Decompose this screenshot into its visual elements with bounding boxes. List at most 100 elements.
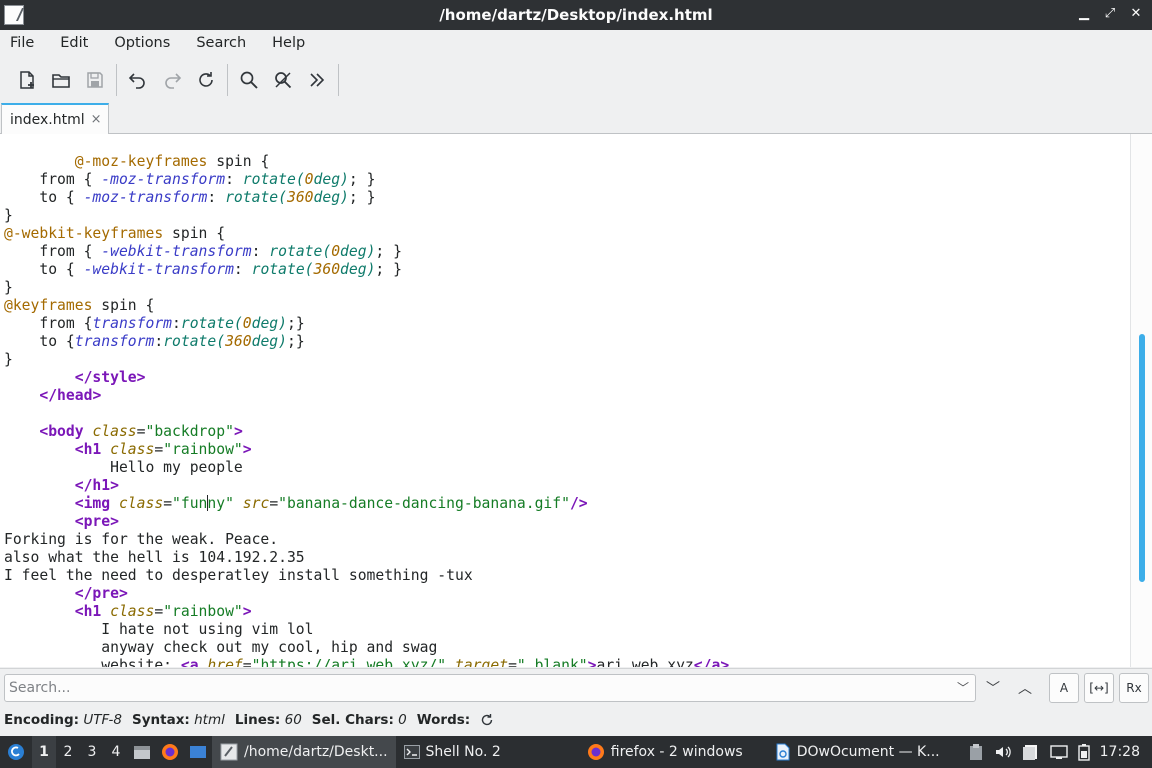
match-case-button[interactable]: A: [1049, 673, 1079, 703]
toolbar-separator: [227, 64, 228, 96]
reload-button[interactable]: [189, 63, 223, 97]
find-previous-icon[interactable]: ︿: [1018, 678, 1032, 698]
code-line: <h1 class="rainbow">: [74, 441, 252, 458]
code-line: I hate not using vim lol: [4, 621, 314, 638]
code-line: to { -moz-transform: rotate(360deg); }: [4, 189, 376, 206]
code-line: @-webkit-keyframes spin {: [4, 225, 226, 242]
redo-button[interactable]: [155, 63, 189, 97]
code-line: Hello my people: [4, 459, 243, 476]
code-line: @-moz-keyframes spin {: [74, 153, 270, 170]
more-button[interactable]: [300, 63, 334, 97]
code-editor[interactable]: @-moz-keyframes spin { from { -moz-trans…: [0, 134, 1152, 667]
task-firefox[interactable]: firefox - 2 windows: [579, 736, 751, 768]
file-manager-launcher[interactable]: [128, 736, 156, 768]
toolbar-separator: [338, 64, 339, 96]
terminal-icon: [403, 745, 420, 759]
firefox-icon: [587, 744, 604, 760]
new-file-icon: [20, 71, 34, 89]
vertical-scrollbar[interactable]: [1130, 134, 1152, 667]
task-label: /home/dartz/Deskt...: [244, 744, 388, 760]
window-title: /home/dartz/Desktop/index.html: [439, 6, 713, 24]
scrollbar-thumb[interactable]: [1139, 334, 1145, 582]
toolbar: [0, 58, 1152, 102]
desktop-icon: [190, 746, 206, 758]
code-line: <pre>: [74, 513, 119, 530]
file-manager-icon: [134, 746, 150, 759]
battery-icon[interactable]: [1077, 743, 1090, 761]
task-label: Shell No. 2: [425, 744, 501, 760]
save-icon: [87, 72, 103, 88]
search-box[interactable]: ﹀: [4, 674, 976, 702]
selection-icon: [↔]: [1089, 681, 1109, 695]
save-button[interactable]: [78, 63, 112, 97]
menu-edit[interactable]: Edit: [60, 35, 88, 51]
chevron-down-icon[interactable]: ﹀: [957, 679, 969, 696]
desktop-launcher[interactable]: [184, 736, 212, 768]
code-line: }: [4, 279, 13, 296]
workspace-1[interactable]: 1: [32, 736, 56, 768]
firefox-icon: [162, 744, 178, 760]
system-tray: 17:28: [968, 736, 1152, 768]
reload-icon: [199, 72, 213, 87]
selection-only-button[interactable]: [↔]: [1084, 673, 1114, 703]
menu-options[interactable]: Options: [114, 35, 170, 51]
tab-close-icon[interactable]: ×: [91, 112, 102, 127]
search-input[interactable]: [9, 678, 949, 698]
menu-help[interactable]: Help: [272, 35, 305, 51]
start-menu-button[interactable]: [0, 736, 32, 768]
undo-icon: [128, 73, 145, 89]
open-file-button[interactable]: [44, 63, 78, 97]
code-area[interactable]: @-moz-keyframes spin { from { -moz-trans…: [4, 153, 729, 667]
search-icon: [240, 71, 258, 89]
minimize-icon[interactable]: ▁: [1076, 6, 1092, 22]
status-words: Words:: [416, 712, 471, 728]
redo-icon: [165, 73, 182, 89]
refresh-icon[interactable]: [480, 713, 494, 727]
firefox-launcher[interactable]: [156, 736, 184, 768]
code-line: @keyframes spin {: [4, 297, 155, 314]
find-button[interactable]: [232, 63, 266, 97]
menu-file[interactable]: File: [10, 35, 34, 51]
code-line: </h1>: [74, 477, 119, 494]
regex-button[interactable]: Rx: [1119, 673, 1149, 703]
find-replace-icon: [275, 72, 292, 89]
workspace-3[interactable]: 3: [80, 736, 104, 768]
menu-search[interactable]: Search: [196, 35, 246, 51]
code-line: }: [4, 351, 13, 368]
find-next-icon[interactable]: ﹀: [986, 678, 1000, 698]
task-editor[interactable]: /home/dartz/Deskt...: [212, 736, 396, 768]
code-line: I feel the need to desperatley install s…: [4, 567, 473, 584]
status-selchars: Sel. Chars: 0: [311, 712, 407, 728]
maximize-icon[interactable]: ⤢: [1102, 6, 1118, 22]
code-line: from { -webkit-transform: rotate(0deg); …: [4, 243, 402, 260]
workspace-4[interactable]: 4: [104, 736, 128, 768]
double-chevron-right-icon: [310, 73, 325, 87]
code-line: </head>: [39, 387, 102, 404]
volume-icon[interactable]: [994, 743, 1012, 761]
new-file-button[interactable]: [10, 63, 44, 97]
find-replace-button[interactable]: [266, 63, 300, 97]
search-bar: ﹀ ﹀ ︿ A [↔] Rx: [0, 668, 1152, 706]
code-line: <body class="backdrop">: [39, 423, 243, 440]
status-syntax: Syntax: html: [132, 712, 225, 728]
undo-button[interactable]: [121, 63, 155, 97]
menu-bar: File Edit Options Search Help: [0, 30, 1152, 56]
folder-icon: [52, 74, 70, 88]
status-encoding: Encoding: UTF-8: [4, 712, 122, 728]
tab-label: index.html: [10, 111, 85, 128]
clock[interactable]: 17:28: [1100, 744, 1140, 760]
clipboard-icon[interactable]: [968, 743, 984, 761]
task-document[interactable]: DOwOcument — K...: [767, 736, 948, 768]
tab-index-html[interactable]: index.html ×: [1, 103, 109, 134]
close-icon[interactable]: ✕: [1128, 6, 1144, 22]
task-shell[interactable]: Shell No. 2: [396, 736, 509, 768]
text-caret: [206, 495, 208, 511]
code-line: </pre>: [74, 585, 128, 602]
regex-icon: Rx: [1126, 681, 1142, 695]
document-icon: [776, 743, 790, 761]
notes-icon[interactable]: [1022, 743, 1040, 761]
task-label: firefox - 2 windows: [610, 744, 743, 760]
workspace-2[interactable]: 2: [56, 736, 80, 768]
code-line: website: <a href="https://ari.web.xyz/" …: [4, 657, 730, 667]
display-icon[interactable]: [1049, 743, 1068, 761]
